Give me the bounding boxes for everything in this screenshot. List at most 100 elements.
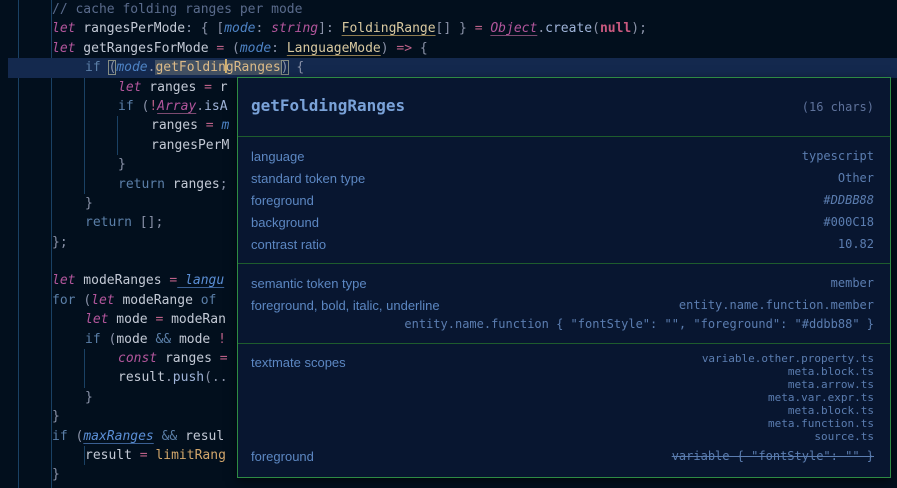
code-token[interactable]: mode: [224, 21, 255, 36]
code-token[interactable]: limitRang: [148, 448, 226, 463]
textmate-scope-list: variable.other.property.tsmeta.block.tsm…: [702, 352, 874, 443]
code-token[interactable]: if: [85, 60, 108, 75]
code-token[interactable]: }: [85, 196, 93, 211]
code-token[interactable]: ranges: [151, 118, 206, 133]
code-token[interactable]: push: [173, 370, 204, 385]
info-label: textmate scopes: [251, 352, 346, 374]
code-token[interactable]: modeRanges: [75, 273, 169, 288]
code-token[interactable]: let: [85, 312, 108, 327]
code-token[interactable]: [216, 293, 224, 308]
code-token[interactable]: !: [149, 99, 157, 114]
code-token[interactable]: ]:: [318, 21, 341, 36]
code-token[interactable]: of: [201, 293, 217, 308]
code-token[interactable]: ;: [220, 177, 228, 192]
code-token[interactable]: isA: [204, 99, 227, 114]
code-token[interactable]: langu: [177, 273, 224, 288]
code-token[interactable]: (: [83, 293, 91, 308]
code-token[interactable]: }: [118, 157, 126, 172]
code-token[interactable]: maxRanges: [83, 429, 153, 444]
code-token[interactable]: .: [537, 21, 545, 36]
code-token[interactable]: mode: [240, 41, 271, 56]
code-token[interactable]: }: [85, 390, 93, 405]
code-token[interactable]: :: [256, 21, 272, 36]
code-token[interactable]: ranges: [173, 177, 220, 192]
code-token[interactable]: (..: [204, 370, 227, 385]
code-token[interactable]: (: [592, 21, 600, 36]
code-token[interactable]: rangesPerMode: [75, 21, 185, 36]
code-token[interactable]: ranges: [141, 80, 204, 95]
code-token[interactable]: =: [206, 118, 214, 133]
code-token[interactable]: let: [118, 80, 141, 95]
code-token[interactable]: {: [412, 41, 428, 56]
code-token[interactable]: return: [118, 177, 173, 192]
info-row: standard token type Other: [238, 167, 890, 189]
code-token[interactable]: for: [52, 293, 83, 308]
code-token[interactable]: modeRange: [115, 293, 201, 308]
code-token[interactable]: [];: [140, 215, 163, 230]
code-token[interactable]: !: [218, 332, 226, 347]
code-token[interactable]: ranges: [157, 351, 220, 366]
code-token[interactable]: let: [52, 41, 75, 56]
code-token[interactable]: return: [85, 215, 140, 230]
code-line[interactable]: if (mode.getFoldingRanges) {: [0, 58, 897, 77]
code-token[interactable]: let: [91, 293, 114, 308]
code-token[interactable]: .: [196, 99, 204, 114]
code-token[interactable]: &&: [148, 332, 179, 347]
code-token[interactable]: let: [52, 273, 75, 288]
code-token[interactable]: ): [281, 60, 289, 75]
code-token[interactable]: const: [118, 351, 157, 366]
code-token[interactable]: if: [52, 429, 75, 444]
code-token[interactable]: mode: [108, 312, 155, 327]
code-token[interactable]: ): [381, 41, 397, 56]
code-token[interactable]: getRangesForMode: [75, 41, 216, 56]
code-token[interactable]: null: [600, 21, 631, 36]
code-token[interactable]: =: [140, 448, 148, 463]
code-token[interactable]: r: [212, 80, 228, 95]
code-token[interactable]: =: [204, 80, 212, 95]
code-token[interactable]: mode: [116, 332, 147, 347]
code-token[interactable]: getFoldin: [155, 60, 225, 75]
textmate-scope: variable.other.property.ts: [702, 352, 874, 365]
code-token[interactable]: rangesPerM: [151, 138, 229, 153]
code-token[interactable]: m: [214, 118, 230, 133]
code-token[interactable]: :: [271, 41, 287, 56]
textmate-scope: meta.block.ts: [702, 365, 874, 378]
code-token[interactable]: : { [: [185, 21, 224, 36]
code-token[interactable]: (: [224, 41, 240, 56]
code-token[interactable]: let: [52, 21, 75, 36]
code-token[interactable]: create: [545, 21, 592, 36]
code-token[interactable]: }: [52, 467, 60, 482]
code-token[interactable]: =: [475, 21, 483, 36]
code-line[interactable]: // cache folding ranges per mode: [0, 0, 897, 19]
code-token[interactable]: LanguageMode: [287, 41, 381, 56]
code-token[interactable]: =: [220, 351, 228, 366]
code-token[interactable]: resul: [185, 429, 224, 444]
code-token[interactable]: );: [631, 21, 647, 36]
info-label: background: [251, 215, 319, 230]
code-token[interactable]: modeRan: [163, 312, 226, 327]
code-token[interactable]: mode: [179, 332, 218, 347]
code-token[interactable]: [] }: [436, 21, 475, 36]
code-token[interactable]: FoldingRange: [342, 21, 436, 36]
code-token[interactable]: // cache folding ranges per mode: [52, 2, 302, 17]
code-line[interactable]: let getRangesForMode = (mode: LanguageMo…: [0, 39, 897, 58]
code-token[interactable]: }: [52, 409, 60, 424]
code-line[interactable]: let rangesPerMode: { [mode: string]: Fol…: [0, 19, 897, 38]
code-token[interactable]: .: [165, 370, 173, 385]
code-token[interactable]: {: [289, 60, 305, 75]
code-token[interactable]: &&: [154, 429, 185, 444]
code-token[interactable]: };: [52, 235, 68, 250]
code-token[interactable]: if: [85, 332, 108, 347]
code-token[interactable]: =>: [396, 41, 412, 56]
code-token[interactable]: string: [271, 21, 318, 36]
code-token[interactable]: Object: [490, 21, 537, 36]
code-token[interactable]: result: [118, 370, 165, 385]
code-token[interactable]: Array: [157, 99, 196, 114]
code-token[interactable]: mode: [116, 60, 147, 75]
info-row: language typescript: [238, 145, 890, 167]
code-token[interactable]: gRanges: [226, 60, 281, 75]
code-token[interactable]: if: [118, 99, 141, 114]
info-value: 10.82: [838, 237, 874, 251]
code-token[interactable]: result: [85, 448, 140, 463]
info-label: contrast ratio: [251, 237, 326, 252]
